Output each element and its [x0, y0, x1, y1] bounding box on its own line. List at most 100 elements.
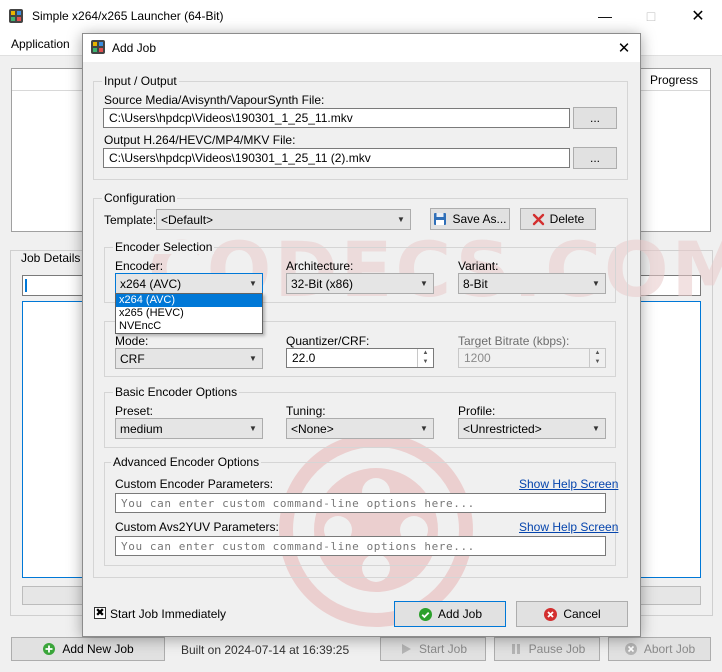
architecture-select[interactable]: 32-Bit (x86) ▼: [286, 273, 434, 294]
dialog-title: Add Job: [112, 41, 157, 55]
chevron-down-icon: ▼: [397, 215, 405, 224]
chevron-down-icon: ▼: [420, 424, 428, 433]
custom-avs-input[interactable]: You can enter custom command-line option…: [115, 536, 606, 556]
target-bitrate-label: Target Bitrate (kbps):: [458, 334, 570, 348]
variant-label: Variant:: [458, 259, 499, 273]
encoder-dropdown-list: x264 (AVC) x265 (HEVC) NVEncC: [115, 293, 263, 334]
custom-avs-help-link[interactable]: Show Help Screen: [519, 520, 618, 534]
browse-source-button[interactable]: ...: [573, 107, 617, 129]
close-icon: ✕: [691, 8, 705, 25]
output-file-input[interactable]: C:\Users\hpdcp\Videos\190301_1_25_11 (2)…: [103, 148, 570, 168]
job-details-label: Job Details: [18, 251, 84, 265]
preset-value: medium: [120, 421, 163, 436]
output-file-label: Output H.264/HEVC/MP4/MKV File:: [104, 133, 296, 147]
source-file-label: Source Media/Avisynth/VapourSynth File:: [104, 93, 325, 107]
encoder-option-x264[interactable]: x264 (AVC): [116, 294, 262, 307]
dialog-app-icon: [91, 40, 105, 54]
add-job-button[interactable]: Add Job: [394, 601, 506, 627]
chevron-down-icon: ▼: [420, 279, 428, 288]
app-icon: [9, 9, 23, 23]
chevron-down-icon: ▼: [249, 424, 257, 433]
delete-label: Delete: [549, 212, 585, 226]
profile-label: Profile:: [458, 404, 496, 418]
custom-encoder-label: Custom Encoder Parameters:: [115, 477, 274, 491]
chevron-down-icon: ▼: [592, 279, 600, 288]
encoder-option-nvencc[interactable]: NVEncC: [116, 320, 262, 333]
maximize-button[interactable]: □: [628, 0, 674, 32]
spin-up-icon: ▲: [422, 350, 429, 356]
encoder-value: x264 (AVC): [120, 276, 182, 291]
spin-down-icon: ▼: [594, 359, 601, 365]
checkmark-icon: ✖: [95, 607, 105, 619]
basic-options-label: Basic Encoder Options: [113, 385, 240, 399]
pause-job-label: Pause Job: [528, 642, 586, 656]
ok-icon: [418, 607, 432, 621]
spin-down-icon: ▼: [422, 359, 429, 365]
template-label: Template:: [104, 213, 157, 227]
custom-encoder-help-link[interactable]: Show Help Screen: [519, 477, 618, 491]
encoder-label: Encoder:: [115, 259, 164, 273]
custom-avs-label: Custom Avs2YUV Parameters:: [115, 520, 279, 534]
preset-select[interactable]: medium ▼: [115, 418, 263, 439]
window-title: Simple x264/x265 Launcher (64-Bit): [32, 9, 224, 23]
variant-select[interactable]: 8-Bit ▼: [458, 273, 606, 294]
minimize-icon: —: [598, 8, 612, 24]
browse-output-button[interactable]: ...: [573, 147, 617, 169]
profile-select[interactable]: <Unrestricted> ▼: [458, 418, 606, 439]
play-icon: [401, 644, 411, 654]
cancel-label: Cancel: [563, 607, 601, 621]
target-bitrate-value: 1200: [464, 351, 491, 365]
cancel-button[interactable]: Cancel: [516, 601, 628, 627]
architecture-value: 32-Bit (x86): [291, 276, 354, 291]
save-as-button[interactable]: Save As...: [430, 208, 510, 230]
add-icon: [43, 643, 56, 655]
target-bitrate-spinbox[interactable]: 1200 ▲ ▼: [458, 348, 606, 368]
start-immediately-label: Start Job Immediately: [110, 607, 227, 621]
cancel-icon: [544, 607, 558, 621]
delete-icon: [532, 213, 544, 225]
close-button[interactable]: ✕: [675, 0, 721, 32]
source-file-input[interactable]: C:\Users\hpdcp\Videos\190301_1_25_11.mkv: [103, 108, 570, 128]
abort-icon: [624, 643, 637, 655]
bitrate-spin-buttons[interactable]: ▲ ▼: [589, 349, 605, 367]
abort-job-button[interactable]: Abort Job: [608, 637, 711, 661]
tuning-label: Tuning:: [286, 404, 326, 418]
custom-encoder-input[interactable]: You can enter custom command-line option…: [115, 493, 606, 513]
pause-job-button[interactable]: Pause Job: [494, 637, 600, 661]
encoder-select[interactable]: x264 (AVC) ▼: [115, 273, 263, 294]
add-new-job-label: Add New Job: [62, 642, 134, 656]
save-icon: [434, 213, 447, 225]
tuning-value: <None>: [291, 421, 334, 436]
mode-value: CRF: [120, 351, 145, 366]
quantizer-spinbox[interactable]: 22.0 ▲ ▼: [286, 348, 434, 368]
quantizer-spin-buttons[interactable]: ▲ ▼: [417, 349, 433, 367]
template-value: <Default>: [161, 212, 214, 227]
start-job-button[interactable]: Start Job: [380, 637, 486, 661]
chevron-down-icon: ▼: [249, 279, 257, 288]
add-new-job-button[interactable]: Add New Job: [11, 637, 165, 661]
advanced-options-label: Advanced Encoder Options: [111, 455, 262, 469]
configuration-label: Configuration: [102, 191, 178, 205]
mode-select[interactable]: CRF ▼: [115, 348, 263, 369]
tuning-select[interactable]: <None> ▼: [286, 418, 434, 439]
save-as-label: Save As...: [452, 212, 507, 226]
delete-button[interactable]: Delete: [520, 208, 596, 230]
start-immediately-checkbox[interactable]: ✖: [94, 607, 106, 619]
encoder-selection-label: Encoder Selection: [113, 240, 215, 254]
dialog-close-button[interactable]: ✕: [612, 36, 636, 60]
column-header-progress[interactable]: Progress: [637, 69, 710, 91]
encoder-option-x265[interactable]: x265 (HEVC): [116, 307, 262, 320]
add-job-label: Add Job: [437, 607, 483, 621]
quantizer-label: Quantizer/CRF:: [286, 334, 370, 348]
start-job-label: Start Job: [418, 642, 468, 656]
menu-application[interactable]: Application: [11, 37, 70, 51]
abort-job-label: Abort Job: [643, 642, 696, 656]
chevron-down-icon: ▼: [249, 354, 257, 363]
minimize-button[interactable]: —: [582, 0, 628, 32]
architecture-label: Architecture:: [286, 259, 354, 273]
spin-up-icon: ▲: [594, 350, 601, 356]
template-select[interactable]: <Default> ▼: [156, 209, 411, 230]
chevron-down-icon: ▼: [592, 424, 600, 433]
dialog-titlebar: [83, 34, 640, 62]
mode-label: Mode:: [115, 334, 149, 348]
